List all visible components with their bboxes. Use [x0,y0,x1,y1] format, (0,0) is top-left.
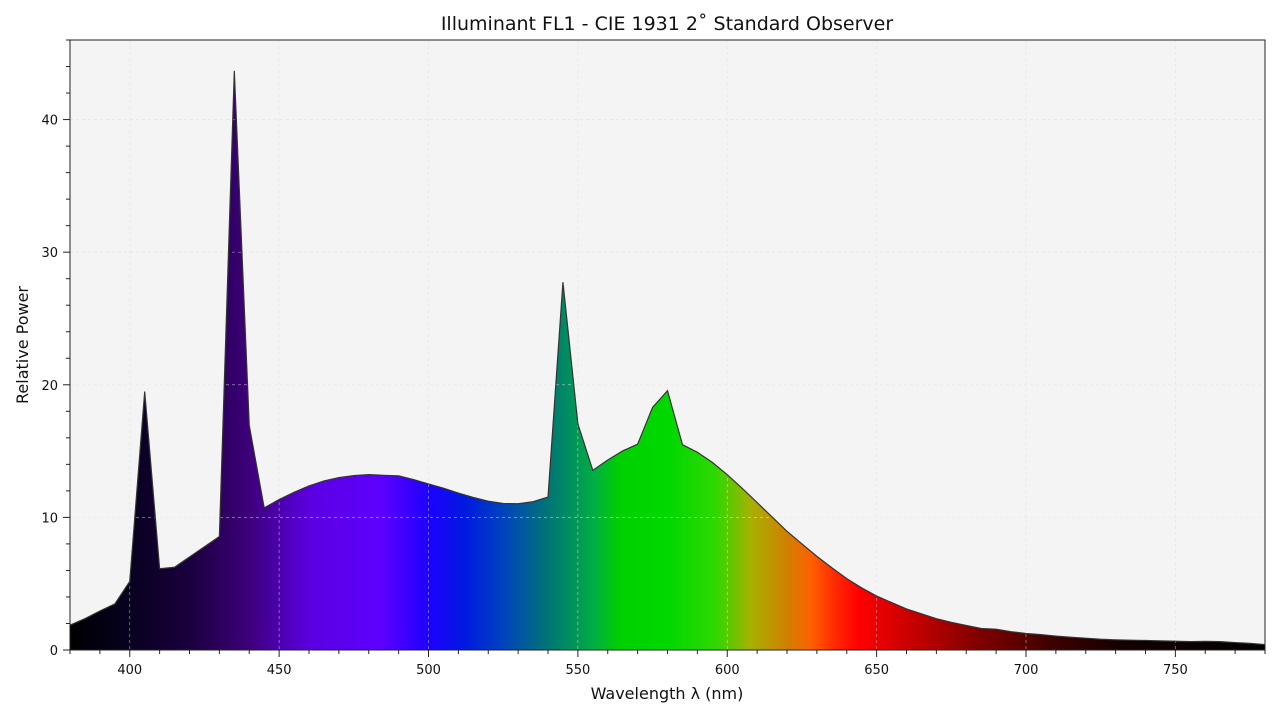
x-tick-label: 650 [864,663,889,678]
x-tick-label: 550 [565,663,590,678]
chart-container: 400 450 500 550 600 650 700 750 0 10 20 30 40 Illum… [0,0,1280,720]
x-axis-label: Wavelength λ (nm) [591,684,744,703]
x-axis-ticks: 400 450 500 550 600 650 700 750 [69,650,1266,678]
x-tick-label: 500 [416,663,441,678]
x-tick-label: 700 [1014,663,1039,678]
x-tick-label: 450 [267,663,292,678]
chart-title: Illuminant FL1 - CIE 1931 2˚ Standard Ob… [441,13,894,35]
x-tick-label: 600 [715,663,740,678]
x-tick-label: 750 [1163,663,1188,678]
y-tick-label: 0 [50,644,58,659]
y-tick-label: 40 [41,114,58,129]
y-axis-label: Relative Power [13,286,32,404]
x-tick-label: 400 [117,663,142,678]
spectral-distribution-chart: 400 450 500 550 600 650 700 750 0 10 20 30 40 Illum… [13,13,1266,703]
y-axis-ticks: 0 10 20 30 40 [41,39,70,659]
y-tick-label: 10 [41,511,58,526]
y-tick-label: 20 [41,379,58,394]
y-tick-label: 30 [41,246,58,261]
